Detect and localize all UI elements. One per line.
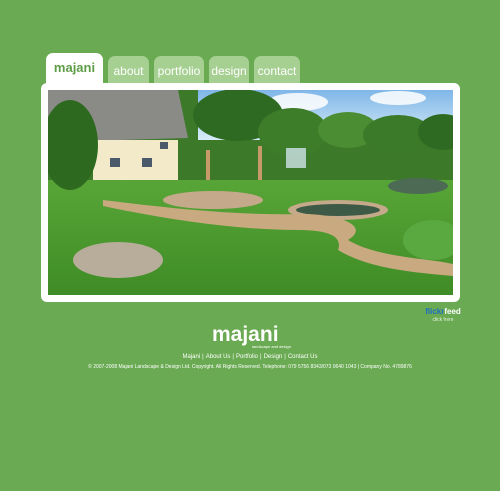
footer-link-majani[interactable]: Majani	[182, 354, 200, 360]
hero-frame	[41, 83, 460, 302]
tab-portfolio[interactable]: portfolio	[154, 56, 204, 83]
copyright-text: © 2007-2008 Majani Landscape & Design Lt…	[88, 364, 412, 370]
tab-contact[interactable]: contact	[254, 56, 300, 83]
flickr-click-here[interactable]: click here	[423, 317, 463, 324]
flickr-logo: flickrfeed	[425, 307, 461, 316]
logo-tagline: landscape and design	[252, 344, 291, 349]
tab-about[interactable]: about	[108, 56, 149, 83]
footer-link-contact-us[interactable]: Contact Us	[288, 354, 318, 360]
footer-logo: majani landscape and design	[212, 323, 292, 349]
garden-illustration	[48, 90, 453, 295]
tab-design[interactable]: design	[209, 56, 249, 83]
footer-link-about-us[interactable]: About Us	[206, 354, 231, 360]
footer-link-design[interactable]: Design	[264, 354, 283, 360]
footer-link-portfolio[interactable]: Portfolio	[236, 354, 258, 360]
tab-majani[interactable]: majani	[46, 53, 103, 85]
garden-photo	[48, 90, 453, 295]
flickr-feed-link[interactable]: flickrfeed click here	[423, 307, 463, 324]
footer-nav: Majani | About Us | Portfolio | Design | Contact…	[182, 354, 318, 360]
